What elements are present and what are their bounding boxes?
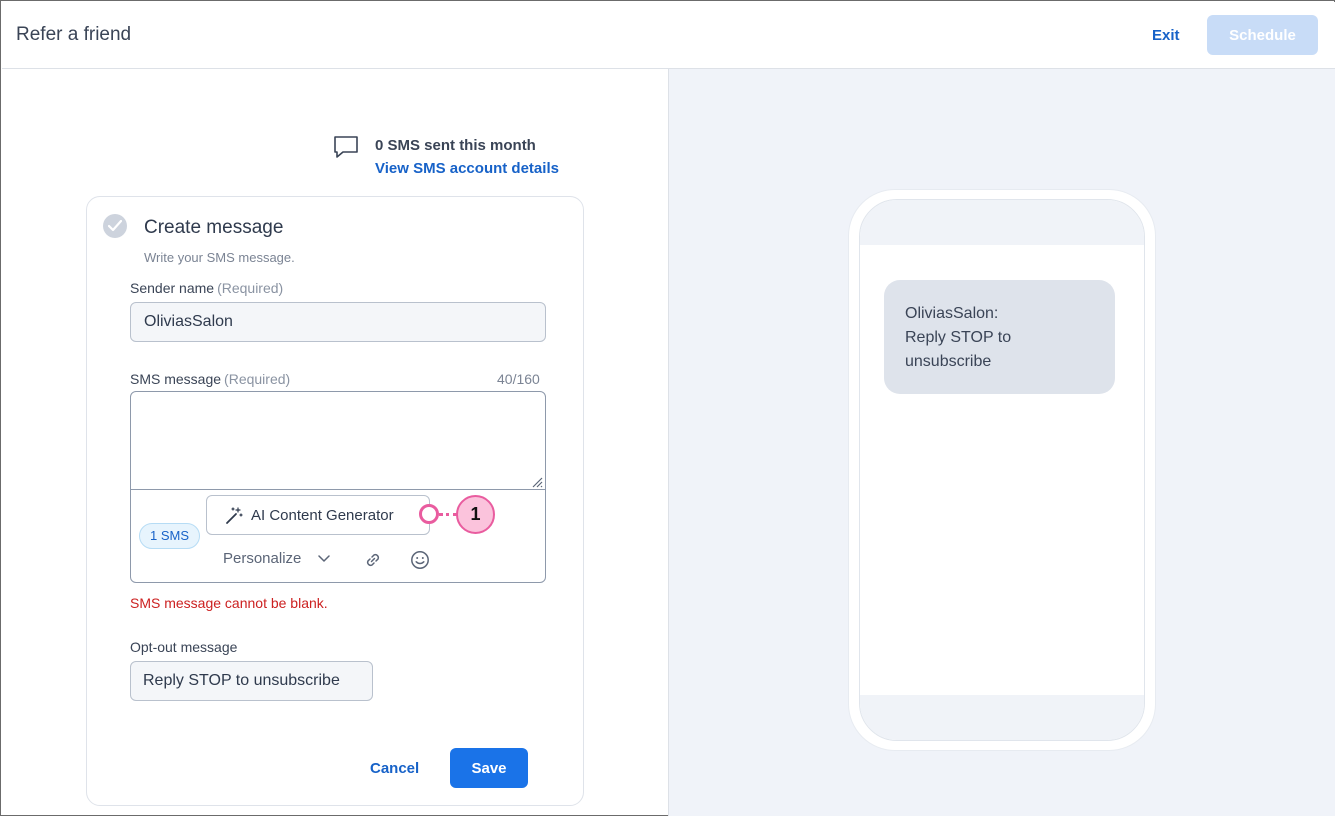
sms-error-message: SMS message cannot be blank. bbox=[130, 595, 328, 611]
optout-label: Opt-out message bbox=[130, 639, 238, 655]
sms-sent-count: 0 SMS sent this month bbox=[375, 137, 536, 154]
phone-bottom-bar bbox=[860, 695, 1144, 740]
callout-pointer bbox=[419, 504, 439, 524]
sms-message-editor: 1 SMS AI Content Generator Personalize bbox=[130, 391, 546, 583]
phone-screen: OliviasSalon: Reply STOP to unsubscribe bbox=[859, 199, 1145, 741]
card-title: Create message bbox=[144, 217, 284, 238]
resize-handle-icon[interactable] bbox=[531, 476, 543, 488]
required-tag: (Required) bbox=[224, 371, 291, 387]
save-button[interactable]: Save bbox=[450, 748, 528, 788]
optout-message-input[interactable] bbox=[130, 661, 373, 701]
link-icon[interactable] bbox=[364, 551, 382, 569]
cancel-button[interactable]: Cancel bbox=[370, 760, 419, 777]
schedule-button[interactable]: Schedule bbox=[1207, 15, 1318, 55]
sender-name-label-text: Sender name bbox=[130, 280, 215, 296]
sender-name-input[interactable] bbox=[130, 302, 546, 342]
sender-name-label: Sender name (Required) bbox=[130, 280, 283, 296]
required-tag: (Required) bbox=[217, 280, 284, 296]
check-circle-icon bbox=[103, 214, 127, 238]
ai-content-generator-label: AI Content Generator bbox=[251, 506, 394, 524]
phone-preview: OliviasSalon: Reply STOP to unsubscribe bbox=[849, 190, 1155, 750]
view-sms-account-link[interactable]: View SMS account details bbox=[375, 160, 559, 177]
sms-message-label: SMS message (Required) bbox=[130, 371, 290, 387]
personalize-dropdown[interactable]: Personalize bbox=[223, 550, 301, 567]
card-subtitle: Write your SMS message. bbox=[144, 250, 295, 265]
exit-button[interactable]: Exit bbox=[1152, 27, 1180, 44]
character-counter: 40/160 bbox=[497, 371, 540, 387]
callout-number-badge: 1 bbox=[456, 495, 495, 534]
sms-count-badge: 1 SMS bbox=[139, 523, 201, 549]
create-message-card: Create message Write your SMS message. S… bbox=[86, 196, 584, 806]
sms-message-label-text: SMS message bbox=[130, 371, 222, 387]
header: Refer a friend Exit Schedule bbox=[2, 2, 1335, 69]
app-window: Refer a friend Exit Schedule 0 SMS sent … bbox=[0, 0, 1335, 816]
chevron-down-icon[interactable] bbox=[318, 555, 330, 563]
phone-top-bar bbox=[860, 200, 1144, 245]
chat-bubble-icon bbox=[334, 136, 358, 158]
sms-message-textarea[interactable] bbox=[131, 392, 545, 490]
sms-preview-bubble: OliviasSalon: Reply STOP to unsubscribe bbox=[884, 280, 1115, 394]
page-title: Refer a friend bbox=[16, 24, 132, 45]
emoji-icon[interactable] bbox=[410, 550, 430, 570]
magic-wand-icon bbox=[226, 507, 243, 524]
ai-content-generator-button[interactable]: AI Content Generator bbox=[206, 495, 430, 535]
callout-connector bbox=[439, 513, 457, 516]
